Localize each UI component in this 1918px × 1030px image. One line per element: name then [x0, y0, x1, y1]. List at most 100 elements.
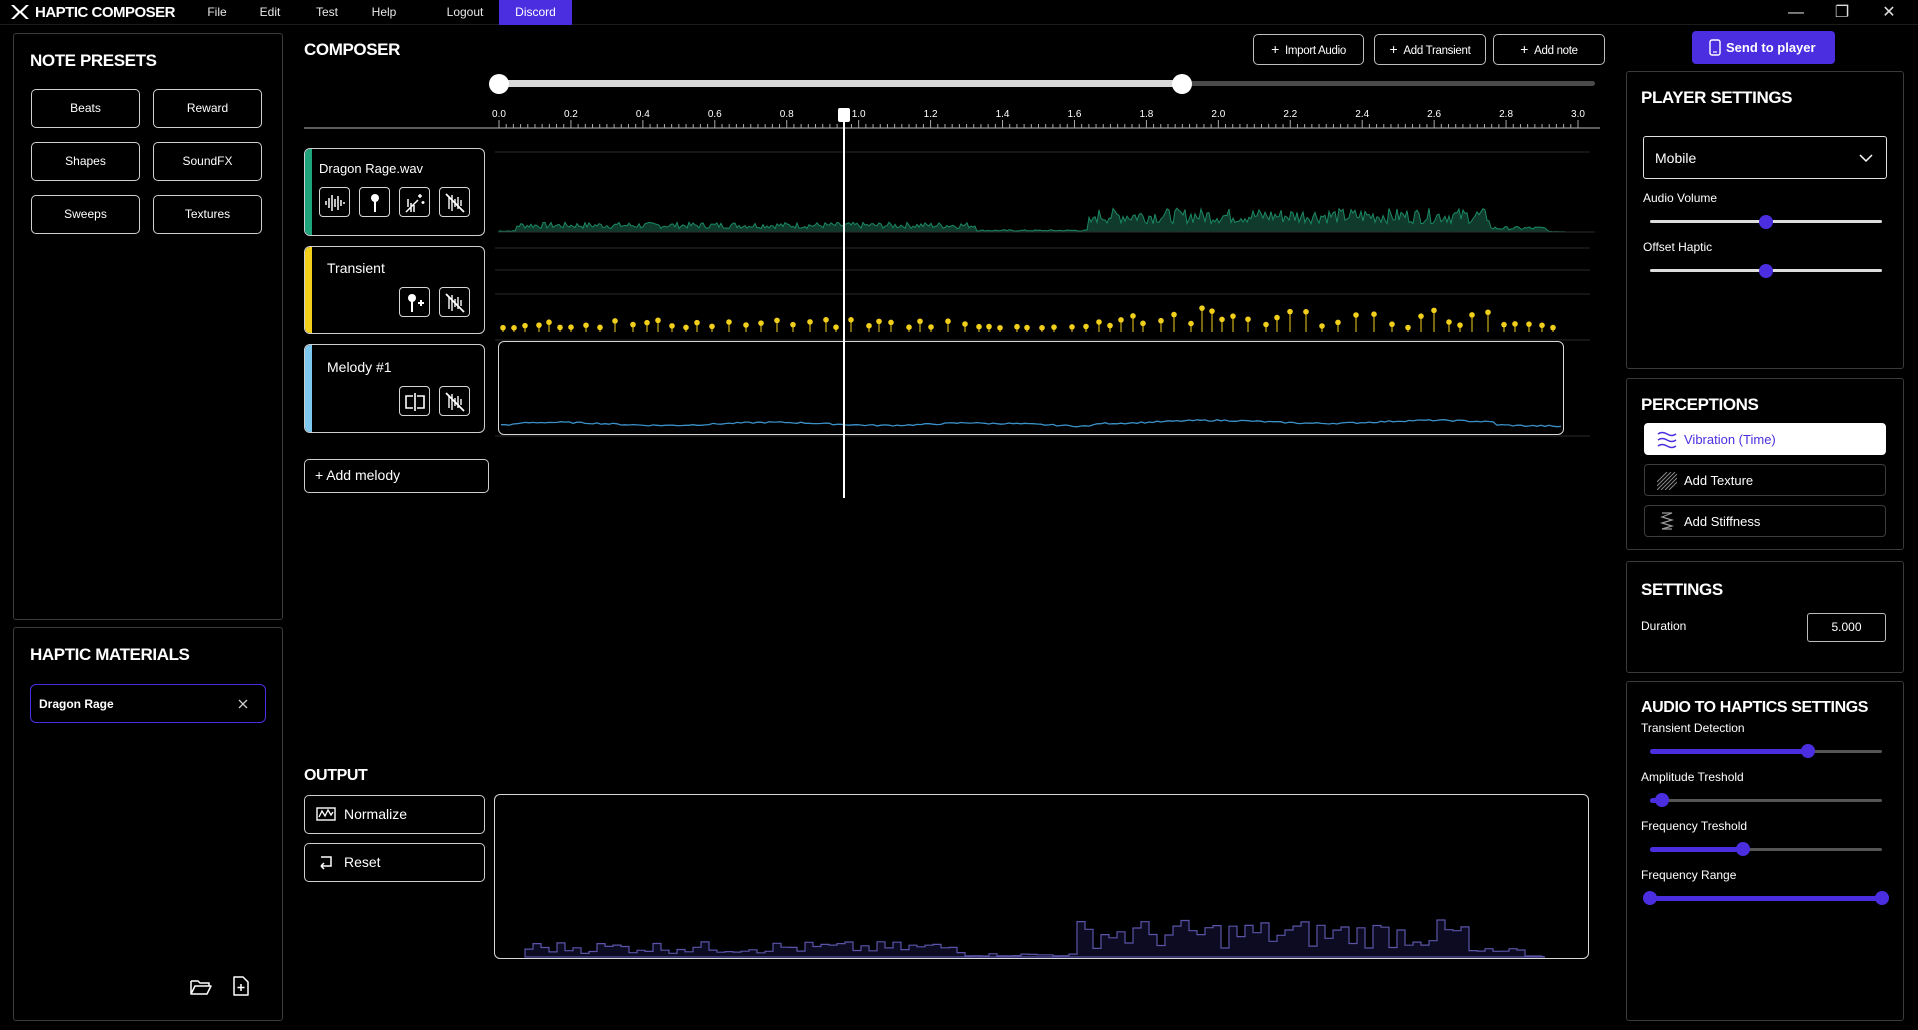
- amplitude-threshold-slider[interactable]: [1650, 799, 1882, 802]
- menu-help[interactable]: Help: [366, 0, 402, 25]
- restore-icon[interactable]: ❐: [1827, 2, 1857, 24]
- perception-stiffness[interactable]: Add Stiffness: [1644, 505, 1886, 537]
- transient-detection-fill: [1650, 749, 1808, 754]
- menu-test[interactable]: Test: [310, 0, 344, 25]
- preset-soundfx-button[interactable]: SoundFX: [153, 142, 262, 181]
- pin-icon: [371, 194, 379, 212]
- audio-track-color: [305, 149, 312, 235]
- transient-marker: [1469, 312, 1475, 318]
- perception-texture-label: Add Texture: [1684, 473, 1754, 488]
- amplitude-threshold-label: Amplitude Treshold: [1641, 770, 1744, 784]
- transient-marker: [1199, 305, 1205, 311]
- transient-marker: [1130, 313, 1136, 319]
- transient-markers[interactable]: [495, 246, 1595, 336]
- offset-haptic-knob[interactable]: [1759, 264, 1773, 278]
- open-folder-icon[interactable]: [190, 978, 212, 996]
- mute-audio-tool[interactable]: [439, 187, 470, 217]
- transient-track-card[interactable]: Transient: [304, 246, 485, 334]
- amplitude-threshold-knob[interactable]: [1654, 793, 1669, 807]
- frequency-threshold-label: Frequency Treshold: [1641, 819, 1748, 833]
- menu-logout[interactable]: Logout: [440, 0, 490, 25]
- transient-marker: [1539, 322, 1545, 329]
- preset-textures-button[interactable]: Textures: [153, 195, 262, 234]
- settings-panel: SETTINGS Duration 5.000: [1626, 561, 1904, 673]
- new-file-icon[interactable]: [232, 976, 250, 996]
- material-name: Dragon Rage: [39, 697, 114, 711]
- transient-marker: [1431, 307, 1437, 314]
- import-audio-button[interactable]: + Import Audio: [1253, 34, 1364, 65]
- duration-input[interactable]: 5.000: [1807, 613, 1886, 642]
- transient-marker: [790, 321, 796, 328]
- transient-marker: [1446, 319, 1452, 325]
- ruler-tick-label: 3.0: [1571, 109, 1585, 120]
- range-end-handle[interactable]: [1172, 74, 1193, 94]
- output-waveform: [524, 919, 1546, 958]
- transient-marker: [1188, 320, 1194, 327]
- waveform-tool[interactable]: [319, 187, 350, 217]
- normalize-button[interactable]: Normalize: [304, 795, 485, 834]
- transient-marker: [1335, 319, 1341, 326]
- perception-vibration[interactable]: Vibration (Time): [1644, 423, 1886, 455]
- device-select[interactable]: Mobile: [1643, 136, 1887, 179]
- transient-marker: [866, 322, 872, 329]
- melody-line: [501, 419, 1562, 428]
- ruler-tick-label: 2.4: [1355, 109, 1369, 120]
- preset-sweeps-button[interactable]: Sweeps: [31, 195, 140, 234]
- transient-marker: [1389, 321, 1395, 328]
- transient-marker: [546, 319, 552, 326]
- transient-marker: [655, 317, 661, 324]
- playhead-line[interactable]: [843, 113, 846, 498]
- transient-detection-knob[interactable]: [1800, 744, 1815, 758]
- preset-shapes-button[interactable]: Shapes: [31, 142, 140, 181]
- menu-discord[interactable]: Discord: [499, 0, 572, 25]
- close-icon[interactable]: ✕: [1874, 2, 1904, 24]
- split-tool[interactable]: [399, 386, 430, 416]
- add-note-button[interactable]: + Add note: [1493, 34, 1605, 65]
- reset-button[interactable]: Reset: [304, 843, 485, 882]
- frequency-range-low-knob[interactable]: [1643, 891, 1657, 905]
- transient-marker: [1230, 313, 1236, 319]
- mute-transient-tool[interactable]: [439, 287, 470, 317]
- send-to-player-button[interactable]: Send to player: [1692, 31, 1835, 64]
- transient-detection-label: Transient Detection: [1641, 721, 1745, 735]
- haptic-materials-title: HAPTIC MATERIALS: [30, 645, 190, 664]
- mute-icon: [445, 193, 465, 213]
- melody-track-card[interactable]: Melody #1: [304, 344, 485, 433]
- vibration-icon: [1657, 431, 1677, 449]
- transient-marker: [743, 322, 749, 328]
- time-ruler[interactable]: 0.0 0.2 0.4 0.6 0.8 1.0 1.2 1.4 1.6 1.8 2.0 2.2 2.4 2…: [0, 100, 1600, 132]
- transient-marker: [1118, 317, 1124, 323]
- melody-clip[interactable]: [498, 341, 1564, 435]
- frequency-threshold-knob[interactable]: [1735, 842, 1750, 856]
- add-transient-button[interactable]: + Add Transient: [1374, 34, 1486, 65]
- transient-tool[interactable]: [359, 187, 390, 217]
- material-item[interactable]: Dragon Rage: [30, 684, 266, 723]
- transient-marker: [1303, 308, 1309, 315]
- generate-tool[interactable]: [399, 187, 430, 217]
- transient-marker: [1209, 308, 1215, 314]
- plus-icon: +: [315, 467, 324, 483]
- remove-material-icon[interactable]: [237, 698, 249, 710]
- range-start-handle[interactable]: [489, 74, 509, 94]
- audio-waveform[interactable]: [495, 150, 1595, 236]
- playhead-handle[interactable]: [838, 108, 851, 122]
- add-melody-button[interactable]: + Add melody: [304, 459, 489, 493]
- transient-marker: [1457, 322, 1463, 328]
- transient-marker: [583, 322, 589, 329]
- audio-track-card[interactable]: Dragon Rage.wav: [304, 148, 485, 236]
- menu-edit[interactable]: Edit: [253, 0, 287, 25]
- add-transient-tool[interactable]: [399, 287, 430, 317]
- ruler-tick-label: 0.6: [708, 109, 722, 120]
- transient-marker: [1319, 323, 1325, 329]
- transient-marker: [1371, 311, 1377, 317]
- transient-marker: [1245, 316, 1251, 323]
- ruler-tick-label: 2.2: [1283, 109, 1297, 120]
- transient-marker: [917, 318, 923, 325]
- audio-volume-knob[interactable]: [1759, 215, 1773, 229]
- mute-melody-tool[interactable]: [439, 386, 470, 416]
- menu-file[interactable]: File: [200, 0, 234, 25]
- transient-marker: [1051, 324, 1057, 330]
- perception-texture[interactable]: Add Texture: [1644, 464, 1886, 496]
- minimize-icon[interactable]: —: [1781, 2, 1811, 24]
- frequency-range-high-knob[interactable]: [1875, 891, 1889, 905]
